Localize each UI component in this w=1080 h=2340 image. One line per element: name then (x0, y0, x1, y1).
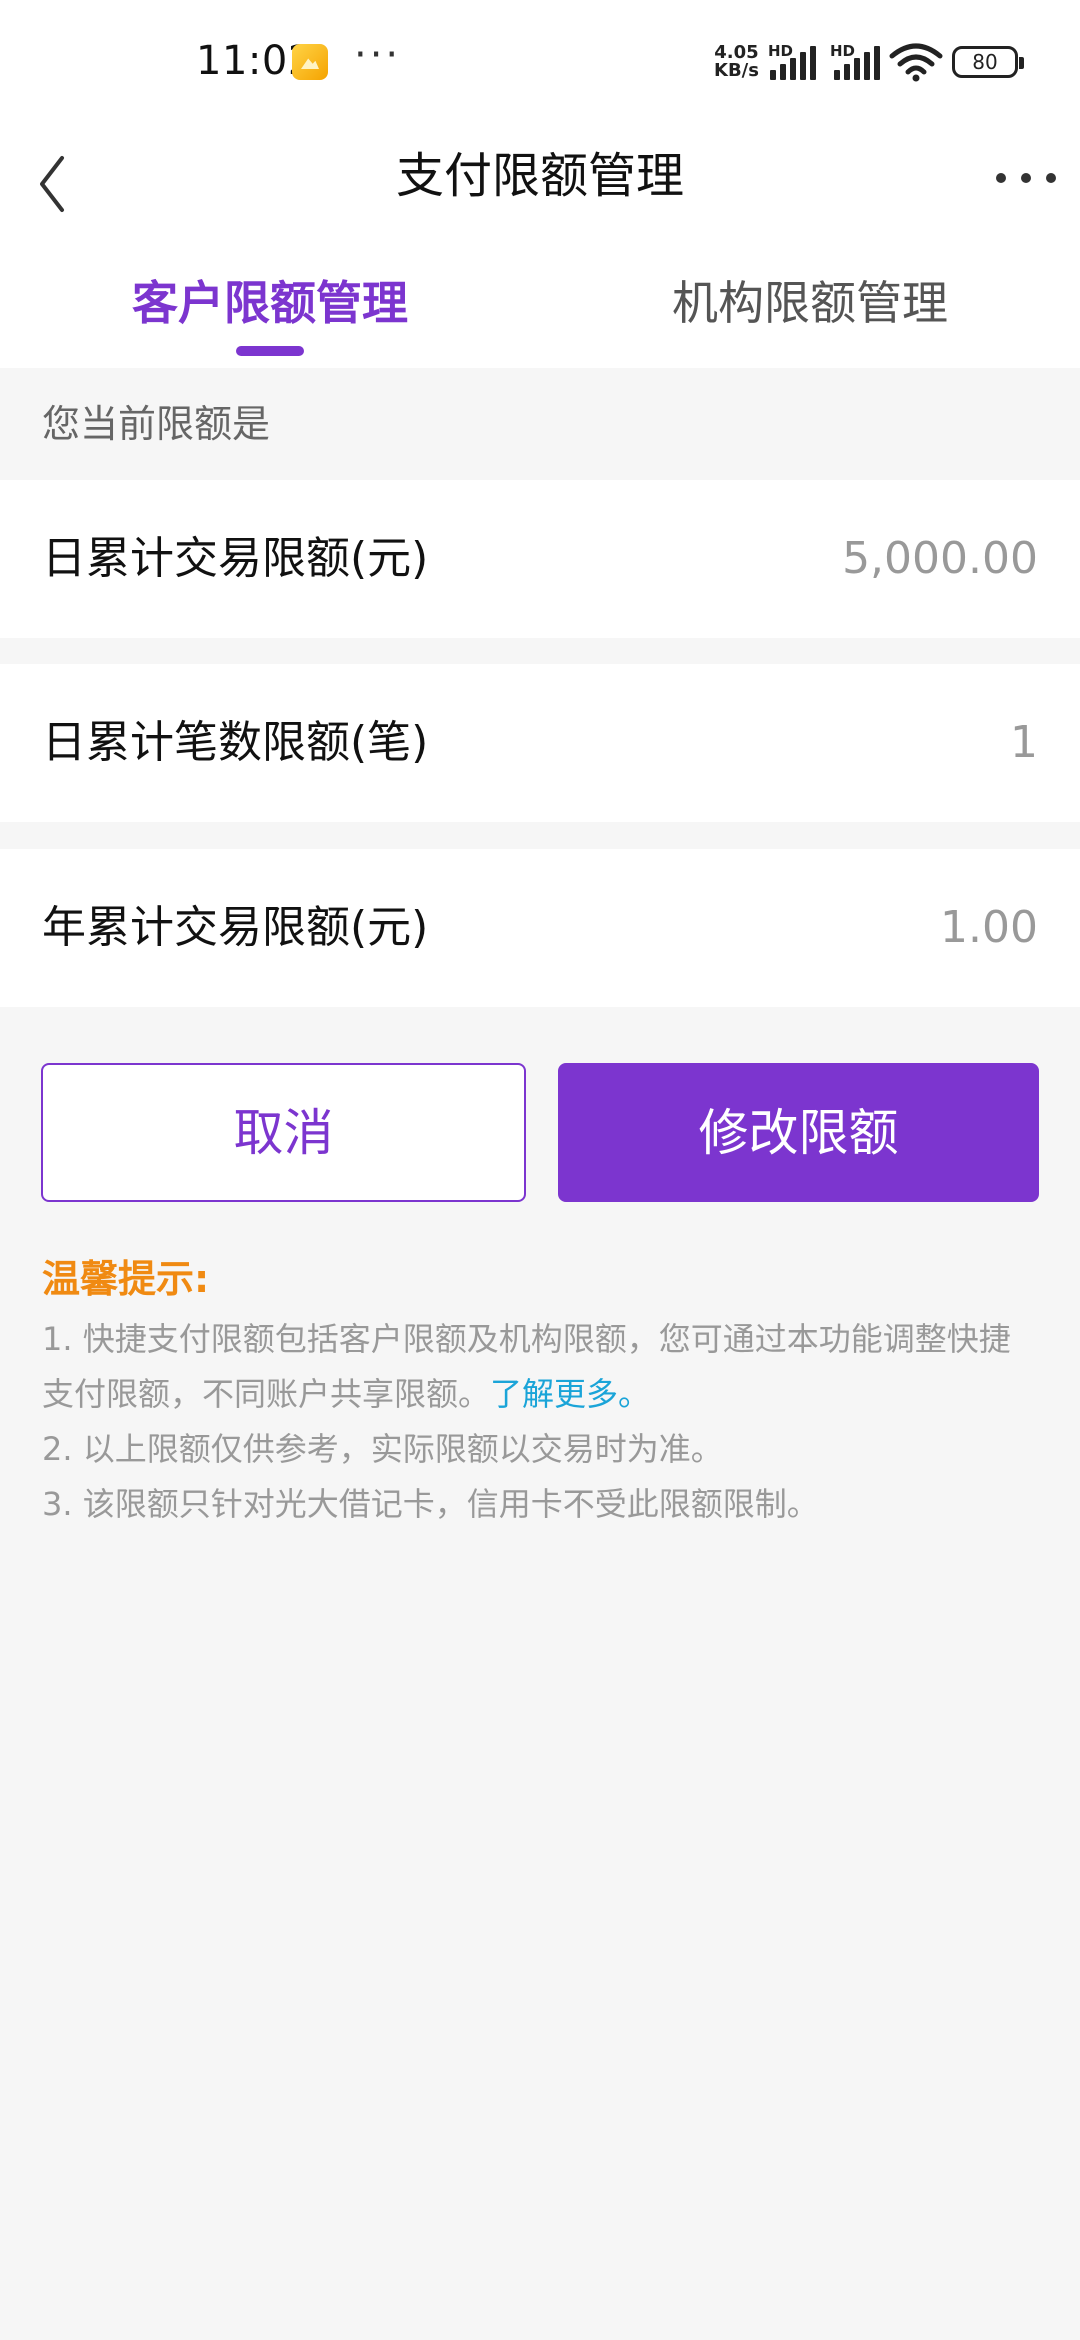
limit-value: 1 (1010, 717, 1038, 768)
signal-icon (770, 44, 818, 80)
tips-section: 温馨提示: 1. 快捷支付限额包括客户限额及机构限额，您可通过本功能调整快捷 支… (42, 1252, 1042, 1532)
tips-line-3: 3. 该限额只针对光大借记卡，信用卡不受此限额限制。 (42, 1485, 819, 1523)
network-speed: 4.05 KB/s (714, 44, 759, 80)
notification-more-icon: ··· (354, 32, 402, 78)
limit-row-daily-count: 日累计笔数限额(笔) 1 (0, 664, 1080, 822)
signal-icon (834, 44, 882, 80)
limit-label: 日累计交易限额(元) (42, 533, 429, 584)
limit-row-yearly-amount: 年累计交易限额(元) 1.00 (0, 849, 1080, 1007)
tips-line-1-cont: 支付限额，不同账户共享限额。了解更多。 (42, 1367, 1042, 1422)
status-bar: 11:02 ··· 4.05 KB/s HD HD 80 (0, 0, 1080, 118)
limit-label: 年累计交易限额(元) (42, 902, 429, 953)
more-button[interactable] (996, 148, 1056, 208)
tab-active-indicator (236, 346, 304, 356)
wifi-icon (889, 43, 943, 82)
learn-more-link[interactable]: 了解更多。 (490, 1375, 650, 1413)
network-speed-unit: KB/s (714, 60, 759, 81)
limit-row-daily-amount: 日累计交易限额(元) 5,000.00 (0, 480, 1080, 638)
tab-bar: 客户限额管理 机构限额管理 (0, 248, 1080, 368)
tips-line-1: 1. 快捷支付限额包括客户限额及机构限额，您可通过本功能调整快捷 (42, 1320, 1011, 1358)
gallery-notification-icon (292, 44, 328, 80)
nav-bar: 支付限额管理 (0, 118, 1080, 248)
tips-line-1-text: 支付限额，不同账户共享限额。 (42, 1375, 491, 1413)
cancel-button[interactable]: 取消 (41, 1063, 526, 1202)
modify-limit-button[interactable]: 修改限额 (558, 1063, 1039, 1202)
limit-label: 日累计笔数限额(笔) (42, 717, 429, 768)
limit-value: 1.00 (940, 902, 1038, 953)
tab-institution-limit[interactable]: 机构限额管理 (540, 248, 1080, 368)
chevron-left-icon (40, 156, 64, 212)
page-title: 支付限额管理 (395, 148, 684, 204)
tips-line-2: 2. 以上限额仅供参考，实际限额以交易时为准。 (42, 1430, 723, 1468)
screen: 11:02 ··· 4.05 KB/s HD HD 80 支付限额管理 客户限额… (0, 0, 1080, 2340)
more-horizontal-icon (996, 173, 1006, 183)
back-button[interactable] (28, 132, 92, 220)
tips-title: 温馨提示: (42, 1257, 210, 1301)
battery-indicator: 80 (952, 46, 1024, 78)
section-header-label: 您当前限额是 (42, 402, 271, 446)
section-header: 您当前限额是 (0, 368, 1080, 480)
limit-value: 5,000.00 (842, 533, 1038, 584)
